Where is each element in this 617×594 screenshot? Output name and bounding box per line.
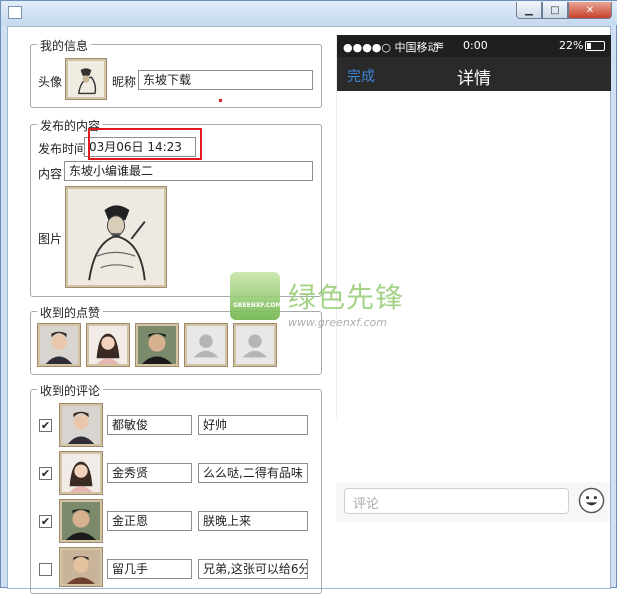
nickname-field[interactable]: 东坡下载	[138, 70, 313, 90]
maximize-button[interactable]: □	[542, 2, 568, 19]
status-time: 0:00	[463, 39, 488, 52]
app-icon	[8, 6, 22, 19]
person-photo-icon	[62, 406, 100, 444]
comment-checkbox[interactable]: ✔	[39, 467, 52, 480]
red-marker-dot	[219, 99, 222, 102]
comment-text-field[interactable]: 好帅	[198, 415, 308, 435]
watermark-logo-text: GREENXF.COM	[233, 302, 282, 309]
battery-text: 22%	[559, 39, 584, 52]
phone-status-bar: ●●●●○ 中国移动 ≋ 0:00 22%	[337, 35, 611, 57]
comment-avatar[interactable]	[60, 548, 102, 586]
title-bar[interactable]: ▁ □ ✕	[1, 1, 617, 25]
like-avatar[interactable]	[136, 324, 178, 366]
emoji-icon[interactable]	[578, 487, 605, 514]
close-button[interactable]: ✕	[568, 2, 612, 19]
person-placeholder-icon	[187, 326, 225, 364]
battery-icon	[585, 41, 605, 51]
nav-title: 详情	[457, 69, 491, 89]
likes-title: 收到的点赞	[37, 304, 104, 321]
minimize-button[interactable]: ▁	[516, 2, 542, 19]
comment-checkbox[interactable]: ✔	[39, 419, 52, 432]
watermark: GREENXF.COM 绿色先锋 www.greenxf.com	[230, 272, 410, 332]
person-photo-icon	[40, 326, 78, 364]
comment-input[interactable]: 评论	[344, 488, 569, 514]
person-photo-icon	[89, 326, 127, 364]
comment-text-field[interactable]: 兄弟,这张可以给6分	[198, 559, 308, 579]
post-content-field[interactable]: 东坡小编谁最二	[64, 161, 313, 181]
post-image-label: 图片	[38, 232, 63, 246]
person-photo-icon	[138, 326, 176, 364]
window-controls: ▁ □ ✕	[516, 2, 612, 19]
ink-painting-image	[68, 189, 164, 285]
comment-avatar[interactable]	[60, 500, 102, 542]
my-info-title: 我的信息	[37, 37, 92, 54]
minimize-icon: ▁	[525, 4, 533, 16]
watermark-url: www.greenxf.com	[288, 316, 387, 329]
avatar-ink-portrait-icon	[68, 61, 104, 97]
like-avatar[interactable]	[38, 324, 80, 366]
nickname-label: 昵称	[112, 75, 137, 89]
comment-avatar[interactable]	[60, 404, 102, 446]
phone-nav-bar: 完成 详情	[337, 57, 611, 91]
person-photo-icon	[62, 502, 100, 540]
close-icon: ✕	[585, 4, 595, 16]
person-photo-icon	[62, 550, 100, 584]
my-avatar[interactable]	[66, 59, 106, 99]
comment-checkbox[interactable]	[39, 563, 52, 576]
carrier-text: ●●●●○ 中国移动	[343, 41, 439, 54]
watermark-logo: GREENXF.COM	[230, 272, 282, 320]
like-avatar[interactable]	[87, 324, 129, 366]
post-time-label: 发布时间	[38, 142, 87, 156]
comment-text-field[interactable]: 么么哒,二得有品味	[198, 463, 308, 483]
comments-title: 收到的评论	[37, 382, 104, 399]
comment-avatar[interactable]	[60, 452, 102, 494]
post-content-label: 内容	[38, 167, 63, 181]
phone-comment-bar: 评论	[336, 482, 610, 522]
client-area: 我的信息 头像 昵称 东坡下载 发布的内容 发布时间 03月06日 14:23 …	[7, 26, 611, 594]
maximize-icon: □	[550, 4, 560, 16]
comment-name-field[interactable]: 留几手	[107, 559, 192, 579]
post-image[interactable]	[66, 187, 166, 287]
comment-name-field[interactable]: 都敏俊	[107, 415, 192, 435]
app-window: ▁ □ ✕ 我的信息 头像 昵称 东坡下载 发布的内容 发布时间 03月06日 …	[0, 0, 617, 594]
comment-name-field[interactable]: 金正恩	[107, 511, 192, 531]
phone-preview: ●●●●○ 中国移动 ≋ 0:00 22% 完成 详情	[336, 35, 611, 418]
comment-checkbox[interactable]: ✔	[39, 515, 52, 528]
like-avatar-placeholder[interactable]	[185, 324, 227, 366]
comment-text-field[interactable]: 朕晚上来	[198, 511, 308, 531]
avatar-label: 头像	[38, 75, 63, 89]
comment-name-field[interactable]: 金秀贤	[107, 463, 192, 483]
person-photo-icon	[62, 454, 100, 492]
wifi-icon: ≋	[435, 39, 445, 52]
post-time-highlight	[88, 128, 202, 160]
watermark-brand: 绿色先锋	[288, 281, 405, 314]
